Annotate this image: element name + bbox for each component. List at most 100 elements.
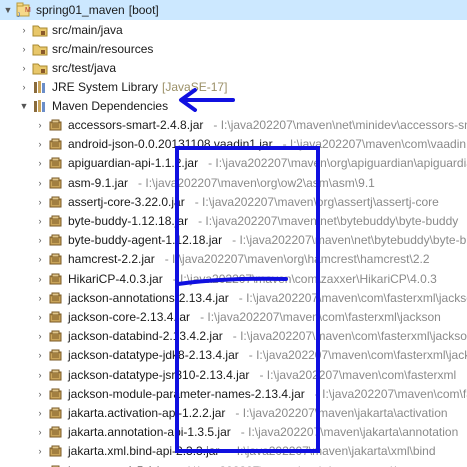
jar-name: jsonassert-1.5.1.jar xyxy=(68,461,170,467)
tree-item-jar[interactable]: › jackson-module-parameter-names-2.13.4.j… xyxy=(0,384,467,404)
jar-name: accessors-smart-2.4.8.jar xyxy=(68,118,204,132)
chevron-right-icon[interactable]: › xyxy=(34,461,46,467)
tree-item-jar[interactable]: › jackson-databind-2.13.4.2.jar - I:\java2… xyxy=(0,326,467,346)
tree-item-jar[interactable]: › accessors-smart-2.4.8.jar - I:\java20220… xyxy=(0,115,467,135)
jar-icon xyxy=(48,251,64,267)
project-node[interactable]: ▼ M J spring01_maven [boot] xyxy=(0,0,467,20)
jar-name: jakarta.activation-api-1.2.2.jar xyxy=(68,406,226,420)
jar-path: - I:\java202207\maven\com\fasterxml\jack… xyxy=(238,290,467,305)
jar-icon xyxy=(48,194,64,210)
jar-path: - I:\java202207\maven\org\apiguardian\ap… xyxy=(208,156,467,171)
tree-item-maven-dependencies[interactable]: ▼ Maven Dependencies xyxy=(0,96,169,116)
chevron-right-icon[interactable]: › xyxy=(34,307,46,327)
tree-item-folder[interactable]: › src/test/java xyxy=(0,58,117,78)
chevron-right-icon[interactable]: › xyxy=(18,20,30,40)
chevron-right-icon[interactable]: › xyxy=(34,422,46,442)
svg-text:M: M xyxy=(25,7,31,14)
jar-path: - I:\java202207\maven\org\assertj\assert… xyxy=(194,194,439,209)
jar-path: - I:\java202207\maven\org\skyscreamer\js… xyxy=(180,461,449,467)
tree-item-folder[interactable]: › src/main/java xyxy=(0,20,123,40)
jar-name: jakarta.xml.bind-api-2.3.3.jar xyxy=(68,444,220,459)
chevron-right-icon[interactable]: › xyxy=(18,58,30,78)
jar-path: - I:\java202207\maven\jakarta\annotation xyxy=(240,425,459,440)
tree-item-jar[interactable]: › asm-9.1.jar - I:\java202207\maven\org\ow… xyxy=(0,173,375,193)
tree-item-jar[interactable]: › byte-buddy-agent-1.12.18.jar - I:\java20… xyxy=(0,230,467,250)
tree-item-jar[interactable]: › jakarta.annotation-api-1.3.5.jar - I:\ja… xyxy=(0,422,459,442)
jar-path: - I:\java202207\maven\com\fasterxml\jack… xyxy=(200,310,441,324)
jar-name: HikariCP-4.0.3.jar xyxy=(68,271,163,286)
jar-path: - I:\java202207\maven\com\vaadin xyxy=(282,137,467,152)
chevron-right-icon[interactable]: › xyxy=(34,115,46,135)
jar-icon xyxy=(48,405,64,421)
jar-name: byte-buddy-1.12.18.jar xyxy=(68,214,189,228)
jar-name: jakarta.annotation-api-1.3.5.jar xyxy=(68,425,231,440)
jar-name: jackson-module-parameter-names-2.13.4.ja… xyxy=(68,386,305,401)
maven-project-icon: M J xyxy=(16,2,32,18)
jar-icon xyxy=(48,386,64,402)
chevron-right-icon[interactable]: › xyxy=(18,39,30,59)
jar-icon xyxy=(48,309,64,325)
chevron-right-icon[interactable]: › xyxy=(34,326,46,346)
package-folder-icon xyxy=(32,22,48,38)
jar-icon xyxy=(48,155,64,171)
jar-path: - I:\java202207\maven\org\ow2\asm\asm\9.… xyxy=(138,175,375,190)
jar-icon xyxy=(48,232,64,248)
tree-item-jar[interactable]: › hamcrest-2.2.jar - I:\java202207\maven\o… xyxy=(0,249,430,269)
folder-label: src/main/resources xyxy=(52,42,154,56)
jar-name: asm-9.1.jar xyxy=(68,175,129,190)
chevron-right-icon[interactable]: › xyxy=(34,288,46,308)
tree-item-jar[interactable]: › byte-buddy-1.12.18.jar - I:\java202207\m… xyxy=(0,211,459,231)
tree-item-jar[interactable]: › jakarta.xml.bind-api-2.3.3.jar - I:\java… xyxy=(0,441,436,461)
chevron-right-icon[interactable]: › xyxy=(18,77,30,97)
tree-item-jar[interactable]: › jakarta.activation-api-1.2.2.jar - I:\ja… xyxy=(0,403,448,423)
jar-icon xyxy=(48,443,64,459)
jar-path: - I:\java202207\maven\com\fasterxml xyxy=(259,367,457,382)
chevron-right-icon[interactable]: › xyxy=(34,403,46,423)
jar-path: - I:\java202207\maven\jakarta\xml\bind xyxy=(229,444,436,459)
jar-path: - I:\java202207\maven\com\zaxxer\HikariC… xyxy=(172,271,437,286)
chevron-down-icon[interactable]: ▼ xyxy=(18,96,30,116)
jar-path: - I:\java202207\maven\com\fasterxml\jack… xyxy=(248,348,467,363)
project-tag: [boot] xyxy=(128,3,159,17)
jar-name: jackson-core-2.13.4.jar xyxy=(68,310,191,324)
jar-icon xyxy=(48,328,64,344)
chevron-right-icon[interactable]: › xyxy=(34,365,46,385)
tree-item-jar[interactable]: › jsonassert-1.5.1.jar - I:\java202207\mav… xyxy=(0,461,449,467)
chevron-right-icon[interactable]: › xyxy=(34,269,46,289)
tree-item-jar[interactable]: › assertj-core-3.22.0.jar - I:\java202207\… xyxy=(0,192,439,212)
tree-item-jar[interactable]: › apiguardian-api-1.1.2.jar - I:\java20220… xyxy=(0,153,467,173)
tree-item-jar[interactable]: › jackson-core-2.13.4.jar - I:\java202207\… xyxy=(0,307,441,327)
package-explorer-tree: ▼ M J spring01_maven [boot] › src/main/j… xyxy=(0,0,467,467)
chevron-down-icon[interactable]: ▼ xyxy=(2,0,14,20)
jre-label: JRE System Library xyxy=(52,80,159,94)
jar-path: - I:\java202207\maven\jakarta\activation xyxy=(235,406,448,420)
tree-item-folder[interactable]: › src/main/resources xyxy=(0,39,154,59)
jar-name: jackson-datatype-jsr310-2.13.4.jar xyxy=(68,367,250,382)
chevron-right-icon[interactable]: › xyxy=(34,134,46,154)
jar-icon xyxy=(48,290,64,306)
chevron-right-icon[interactable]: › xyxy=(34,249,46,269)
chevron-right-icon[interactable]: › xyxy=(34,384,46,404)
project-name: spring01_maven xyxy=(36,3,125,17)
tree-item-jar[interactable]: › HikariCP-4.0.3.jar - I:\java202207\maven… xyxy=(0,269,437,289)
tree-item-jar[interactable]: › jackson-datatype-jdk8-2.13.4.jar - I:\ja… xyxy=(0,345,467,365)
jar-name: android-json-0.0.20131108.vaadin1.jar xyxy=(68,137,273,152)
chevron-right-icon[interactable]: › xyxy=(34,441,46,461)
tree-item-jar[interactable]: › jackson-annotations-2.13.4.jar - I:\java… xyxy=(0,288,467,308)
chevron-right-icon[interactable]: › xyxy=(34,345,46,365)
chevron-right-icon[interactable]: › xyxy=(34,211,46,231)
chevron-right-icon[interactable]: › xyxy=(34,230,46,250)
jar-name: hamcrest-2.2.jar xyxy=(68,252,155,267)
chevron-right-icon[interactable]: › xyxy=(34,173,46,193)
chevron-right-icon[interactable]: › xyxy=(34,192,46,212)
folder-label: src/test/java xyxy=(52,61,117,75)
tree-item-jre-library[interactable]: › JRE System Library [JavaSE-17] xyxy=(0,77,228,97)
chevron-right-icon[interactable]: › xyxy=(34,153,46,173)
jar-icon xyxy=(48,367,64,383)
jar-icon xyxy=(48,117,64,133)
jar-name: jackson-annotations-2.13.4.jar xyxy=(68,290,229,305)
jar-name: byte-buddy-agent-1.12.18.jar xyxy=(68,233,223,248)
tree-item-jar[interactable]: › android-json-0.0.20131108.vaadin1.jar - … xyxy=(0,134,467,154)
jar-name: jackson-databind-2.13.4.2.jar xyxy=(68,329,223,344)
tree-item-jar[interactable]: › jackson-datatype-jsr310-2.13.4.jar - I:\… xyxy=(0,365,457,385)
